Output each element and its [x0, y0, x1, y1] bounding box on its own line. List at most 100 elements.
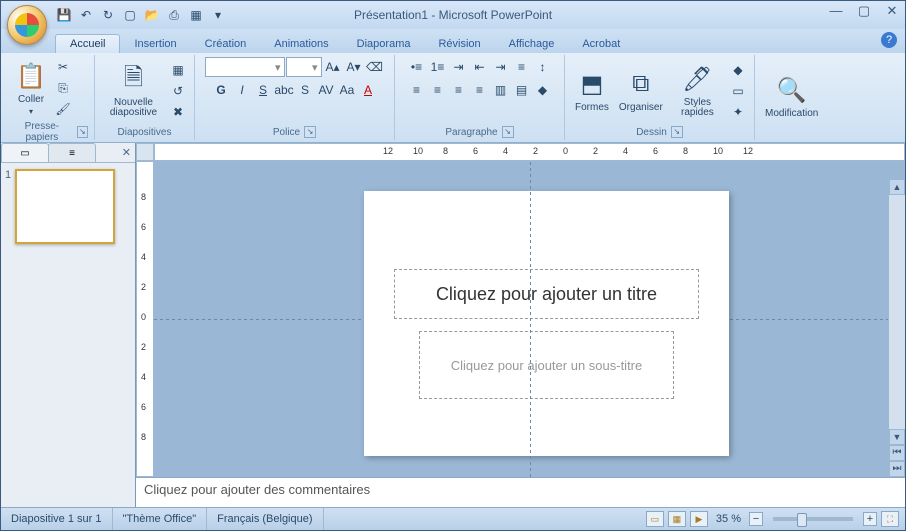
slide[interactable]: Cliquez pour ajouter un titre Cliquez po…	[364, 191, 729, 456]
close-button[interactable]: ✕	[883, 3, 901, 21]
thumbnail-list[interactable]: 1	[1, 163, 135, 507]
quickprint-icon[interactable]: ⎙	[165, 6, 183, 24]
title-placeholder[interactable]: Cliquez pour ajouter un titre	[394, 269, 699, 319]
font-size-combo[interactable]: ▾	[286, 57, 322, 77]
bold-button[interactable]: G	[211, 80, 231, 100]
tab-diaporama[interactable]: Diaporama	[343, 35, 425, 53]
minimize-button[interactable]: —	[827, 3, 845, 21]
tab-revision[interactable]: Révision	[424, 35, 494, 53]
qat-more-icon[interactable]: ▾	[209, 6, 227, 24]
text-direction-icon[interactable]: ↕	[533, 57, 553, 77]
zoom-level[interactable]: 35 %	[716, 513, 741, 525]
tab-insertion[interactable]: Insertion	[120, 35, 190, 53]
tab-affichage[interactable]: Affichage	[495, 35, 569, 53]
cut-icon[interactable]: ✂	[53, 57, 73, 77]
window-controls: — ▢ ✕	[827, 3, 901, 21]
binoculars-icon: 🔍	[776, 74, 808, 106]
smartart-icon[interactable]: ◆	[533, 80, 553, 100]
underline-button[interactable]: S	[253, 80, 273, 100]
layout-icon[interactable]: ▦	[168, 60, 188, 80]
help-button[interactable]: ?	[881, 32, 897, 48]
normal-view-button[interactable]: ▭	[646, 511, 664, 527]
align-right-icon[interactable]: ≡	[449, 80, 469, 100]
bullets-icon[interactable]: •≡	[407, 57, 427, 77]
shape-fill-icon[interactable]: ◆	[728, 60, 748, 80]
tab-animations[interactable]: Animations	[260, 35, 342, 53]
italic-button[interactable]: I	[232, 80, 252, 100]
prev-slide-button[interactable]: ⏮	[889, 445, 905, 461]
grow-font-icon[interactable]: A▴	[323, 57, 343, 77]
slide-position[interactable]: Diapositive 1 sur 1	[1, 508, 113, 530]
maximize-button[interactable]: ▢	[855, 3, 873, 21]
preview-icon[interactable]: ▦	[187, 6, 205, 24]
new-slide-button[interactable]: 🗎 Nouvelle diapositive	[101, 62, 166, 120]
slides-tab[interactable]: ▭	[1, 143, 49, 162]
open-icon[interactable]: 📂	[143, 6, 161, 24]
quick-styles-button[interactable]: 🖊Styles rapides	[669, 62, 726, 120]
fit-window-button[interactable]: ⛶	[881, 511, 899, 527]
shape-effects-icon[interactable]: ✦	[728, 102, 748, 122]
horizontal-ruler[interactable]: 12 10 8 6 4 2 0 2 4 6 8 10 12	[154, 143, 905, 161]
justify-icon[interactable]: ≡	[470, 80, 490, 100]
new-icon[interactable]: ▢	[121, 6, 139, 24]
outdent-icon[interactable]: ⇤	[470, 57, 490, 77]
zoom-slider[interactable]	[773, 517, 853, 521]
zoom-in-button[interactable]: +	[863, 512, 877, 526]
align-center-icon[interactable]: ≡	[428, 80, 448, 100]
slide-canvas[interactable]: Cliquez pour ajouter un titre Cliquez po…	[154, 161, 905, 477]
align-left-icon[interactable]: ≡	[407, 80, 427, 100]
save-icon[interactable]: 💾	[55, 6, 73, 24]
tab-accueil[interactable]: Accueil	[55, 34, 120, 53]
outline-tab[interactable]: ≡	[48, 143, 96, 162]
paragraph-dialog-launcher[interactable]: ↘	[502, 126, 514, 138]
titlebar: 💾 ↶ ↻ ▢ 📂 ⎙ ▦ ▾ Présentation1 - Microsof…	[1, 1, 905, 29]
format-painter-icon[interactable]: 🖌	[53, 99, 73, 119]
numbering-icon[interactable]: 1≡	[428, 57, 448, 77]
reset-icon[interactable]: ↺	[168, 81, 188, 101]
drawing-dialog-launcher[interactable]: ↘	[671, 126, 683, 138]
thumb-preview[interactable]	[15, 169, 115, 244]
line-spacing-icon[interactable]: ≡	[512, 57, 532, 77]
vertical-ruler[interactable]: 8 6 4 2 0 2 4 6 8	[136, 161, 154, 477]
tab-creation[interactable]: Création	[191, 35, 261, 53]
font-name-combo[interactable]: ▾	[205, 57, 285, 77]
repeat-icon[interactable]: ↻	[99, 6, 117, 24]
group-paragraph: •≡ 1≡ ⇥ ⇤ ⇥ ≡ ↕ ≡ ≡ ≡ ≡ ▥ ▤ ◆ Paragraphe…	[395, 55, 565, 140]
font-dialog-launcher[interactable]: ↘	[304, 126, 316, 138]
copy-icon[interactable]: ⎘	[53, 78, 73, 98]
vertical-scrollbar[interactable]: ▲ ▼ ⏮ ⏭	[888, 179, 905, 477]
shape-outline-icon[interactable]: ▭	[728, 81, 748, 101]
columns-icon[interactable]: ▥	[491, 80, 511, 100]
panel-close-icon[interactable]: ✕	[122, 146, 131, 159]
clear-format-icon[interactable]: ⌫	[365, 57, 385, 77]
indent-icon[interactable]: ⇥	[491, 57, 511, 77]
change-case-icon[interactable]: Aa	[337, 80, 357, 100]
font-color-icon[interactable]: A	[358, 80, 378, 100]
delete-icon[interactable]: ✖	[168, 102, 188, 122]
align-text-icon[interactable]: ▤	[512, 80, 532, 100]
strike-button[interactable]: abc	[274, 80, 294, 100]
sorter-view-button[interactable]: ▦	[668, 511, 686, 527]
clipboard-dialog-launcher[interactable]: ↘	[77, 126, 88, 138]
scroll-up-icon[interactable]: ▲	[889, 179, 905, 195]
arrange-button[interactable]: ⧉Organiser	[615, 66, 667, 115]
slide-thumbnail[interactable]: 1	[5, 169, 131, 244]
paste-button[interactable]: 📋 Coller ▾	[11, 58, 51, 118]
char-spacing-icon[interactable]: AV	[316, 80, 336, 100]
subtitle-placeholder[interactable]: Cliquez pour ajouter un sous-titre	[419, 331, 674, 399]
undo-icon[interactable]: ↶	[77, 6, 95, 24]
shapes-button[interactable]: ⬒Formes	[571, 66, 613, 115]
notes-pane[interactable]: Cliquez pour ajouter des commentaires	[136, 477, 905, 507]
tab-acrobat[interactable]: Acrobat	[568, 35, 634, 53]
theme-name[interactable]: "Thème Office"	[113, 508, 208, 530]
find-button[interactable]: 🔍Modification	[761, 72, 822, 121]
scroll-down-icon[interactable]: ▼	[889, 429, 905, 445]
list-level-icon[interactable]: ⇥	[449, 57, 469, 77]
zoom-out-button[interactable]: −	[749, 512, 763, 526]
language[interactable]: Français (Belgique)	[207, 508, 323, 530]
office-button[interactable]	[7, 5, 47, 45]
next-slide-button[interactable]: ⏭	[889, 461, 905, 477]
shrink-font-icon[interactable]: A▾	[344, 57, 364, 77]
slideshow-view-button[interactable]: ▶	[690, 511, 708, 527]
shadow-button[interactable]: S	[295, 80, 315, 100]
